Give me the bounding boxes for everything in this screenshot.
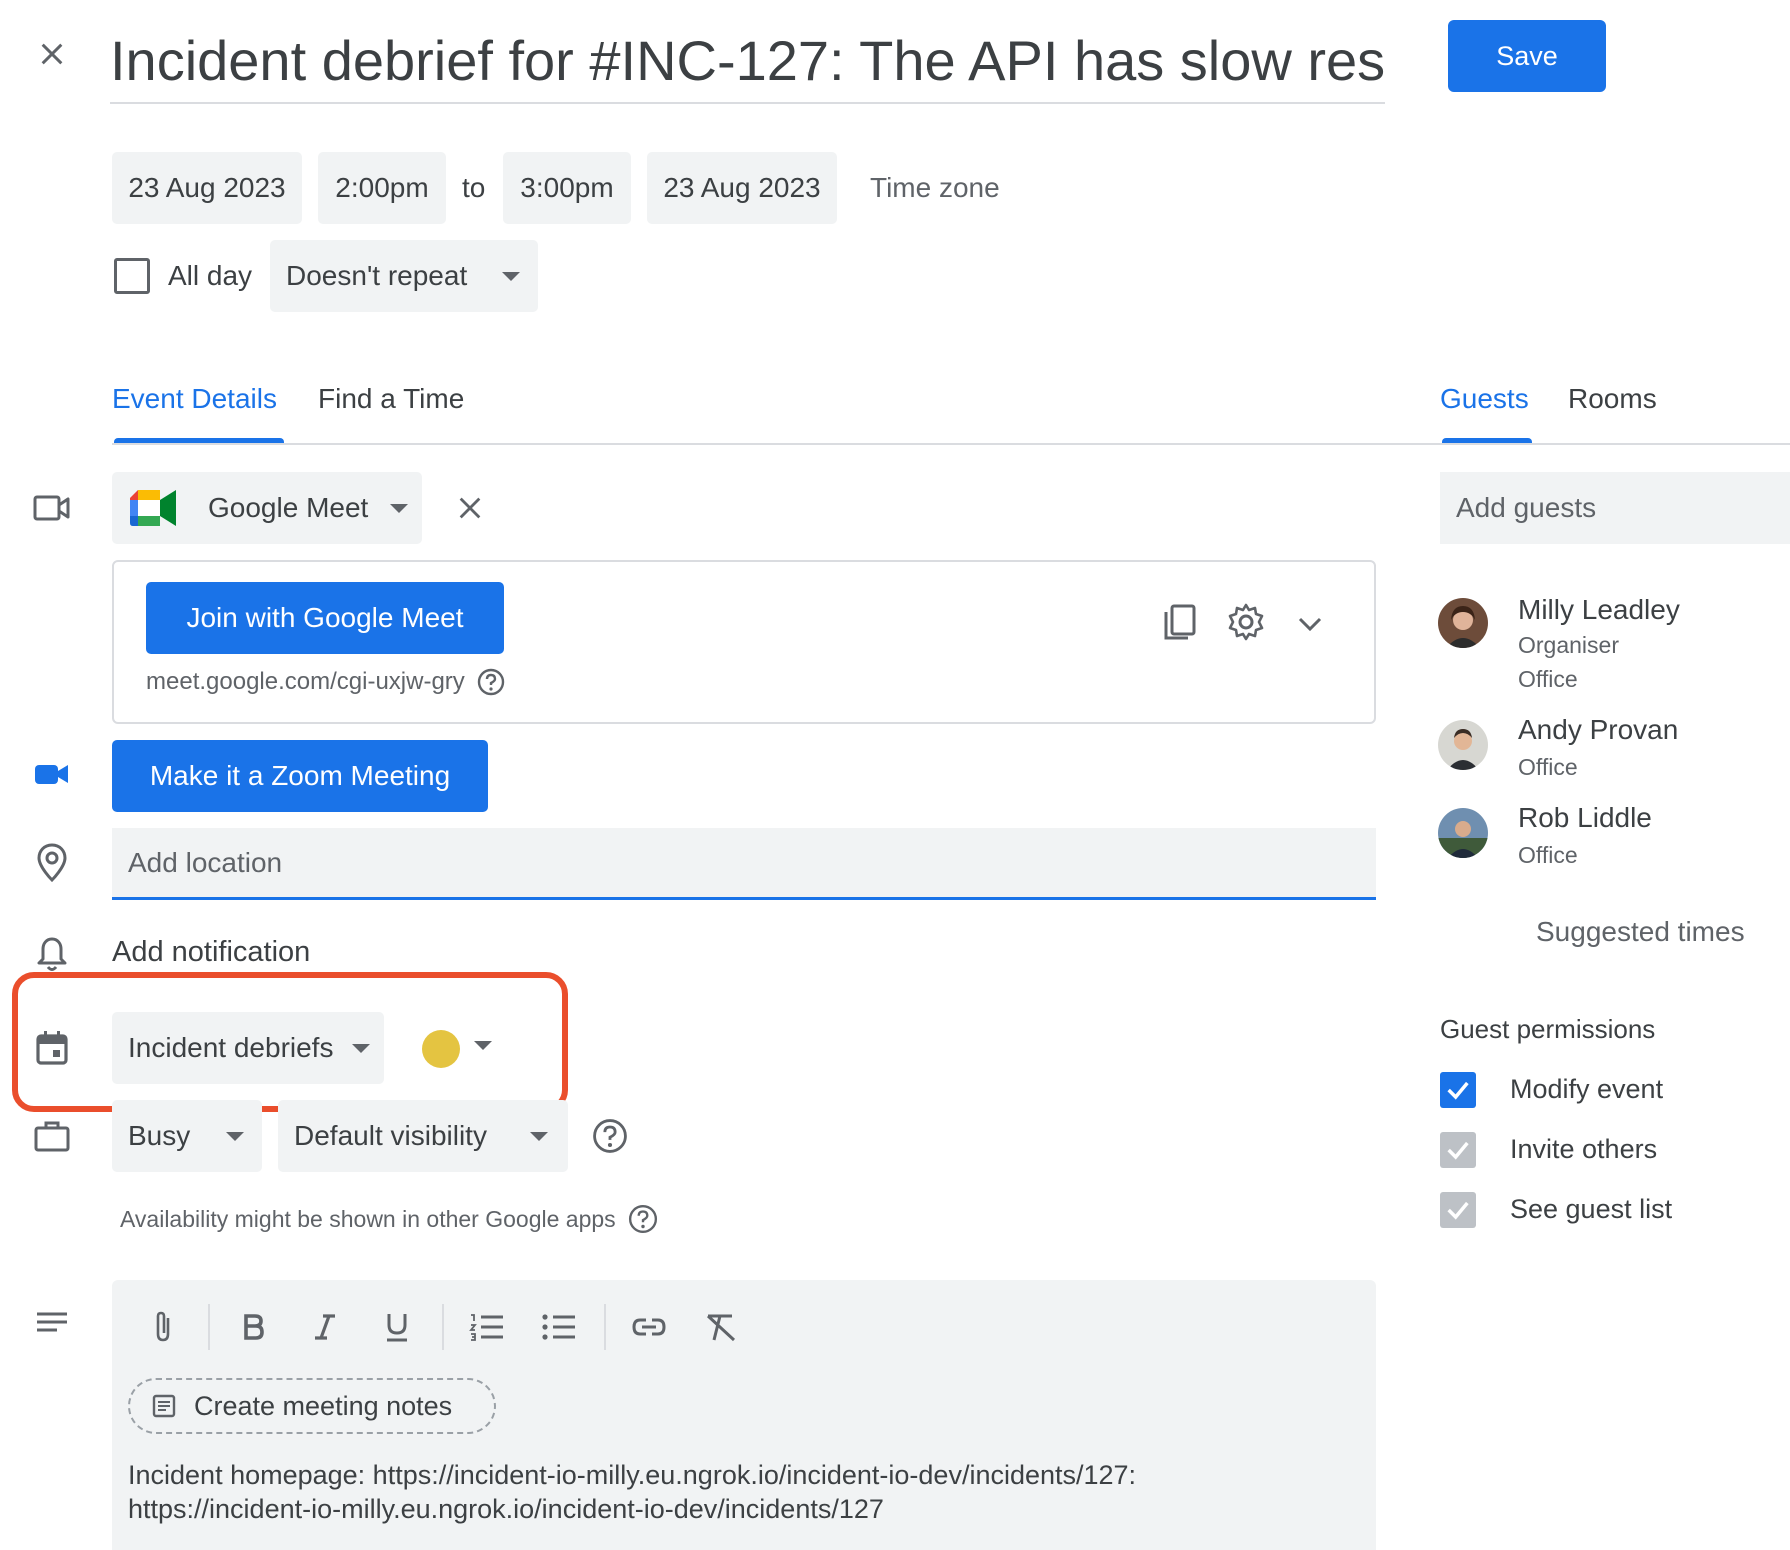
checkmark-icon [1447, 1141, 1469, 1160]
description-line: Incident homepage: https://incident-io-m… [128, 1460, 1137, 1490]
checkmark-icon [1447, 1081, 1469, 1100]
help-icon[interactable] [477, 668, 505, 696]
tab-guests[interactable]: Guests [1440, 383, 1529, 415]
bell-icon [32, 934, 72, 974]
chevron-down-icon [530, 1132, 548, 1141]
calendar-name: Incident debriefs [128, 1032, 334, 1063]
location-input[interactable]: Add location [112, 828, 1376, 900]
repeat-dropdown[interactable]: Doesn't repeat [270, 240, 538, 312]
save-button[interactable]: Save [1448, 20, 1606, 92]
guest-permissions-title: Guest permissions [1440, 1014, 1656, 1044]
guest-name: Rob Liddle [1518, 802, 1652, 833]
attachment-icon[interactable] [140, 1304, 186, 1350]
help-icon[interactable] [592, 1118, 628, 1154]
chevron-down-icon [352, 1044, 370, 1053]
bulleted-list-icon[interactable] [536, 1304, 582, 1350]
all-day-checkbox[interactable] [114, 258, 150, 294]
permission-label: Modify event [1510, 1074, 1664, 1104]
numbered-list-icon[interactable] [464, 1304, 510, 1350]
visibility-value: Default visibility [294, 1120, 487, 1151]
permission-label: See guest list [1510, 1194, 1673, 1224]
join-google-meet-button[interactable]: Join with Google Meet [146, 582, 504, 654]
tab-rooms[interactable]: Rooms [1568, 383, 1657, 415]
create-meeting-notes-button[interactable]: Create meeting notes [128, 1378, 496, 1434]
avatar [1438, 720, 1488, 770]
close-button[interactable] [32, 34, 72, 74]
avatar [1438, 598, 1488, 648]
calendar-dropdown[interactable]: Incident debriefs [112, 1012, 384, 1084]
zoom-video-icon [32, 754, 72, 794]
meet-link-text[interactable]: meet.google.com/cgi-uxjw-gry [146, 668, 465, 696]
tabs-divider [1408, 443, 1790, 445]
toolbar-divider [442, 1304, 444, 1350]
permission-label: Invite others [1510, 1134, 1658, 1164]
description-line: https://incident-io-milly.eu.ngrok.io/in… [128, 1494, 884, 1524]
tab-event-details[interactable]: Event Details [112, 383, 277, 415]
location-pin-icon [32, 842, 72, 882]
calendar-icon [32, 1028, 72, 1068]
modify-event-checkbox[interactable] [1440, 1072, 1476, 1108]
chevron-down-icon[interactable] [1292, 606, 1328, 642]
see-guest-list-checkbox[interactable] [1440, 1192, 1476, 1228]
start-time-button[interactable]: 2:00pm [318, 152, 446, 224]
close-icon [459, 497, 481, 519]
guest-location: Office [1518, 842, 1578, 868]
conference-dropdown[interactable]: Google Meet [112, 472, 422, 544]
meet-link: meet.google.com/cgi-uxjw-gry [146, 668, 505, 696]
chevron-down-icon [502, 272, 520, 281]
zoom-meeting-button[interactable]: Make it a Zoom Meeting [112, 740, 488, 812]
chevron-down-icon[interactable] [474, 1041, 492, 1050]
bold-icon[interactable] [230, 1304, 276, 1350]
briefcase-icon [32, 1116, 72, 1156]
google-meet-logo-icon [130, 490, 176, 526]
to-label: to [462, 172, 486, 203]
document-icon [152, 1394, 176, 1418]
description-icon [32, 1304, 72, 1344]
end-date-button[interactable]: 23 Aug 2023 [647, 152, 837, 224]
add-guests-input[interactable]: Add guests [1440, 472, 1790, 544]
start-date-button[interactable]: 23 Aug 2023 [112, 152, 302, 224]
event-color-button[interactable] [422, 1030, 460, 1068]
close-icon [41, 43, 63, 65]
invite-others-checkbox[interactable] [1440, 1132, 1476, 1168]
toolbar-divider [208, 1304, 210, 1350]
chevron-down-icon [390, 504, 408, 513]
help-icon[interactable] [628, 1204, 658, 1234]
clear-formatting-icon[interactable] [698, 1304, 744, 1350]
guest-name: Milly Leadley [1518, 594, 1680, 625]
repeat-value: Doesn't repeat [286, 260, 468, 291]
guest-role: Organiser [1518, 632, 1619, 658]
create-meeting-notes-label: Create meeting notes [194, 1390, 453, 1421]
conference-provider-label: Google Meet [208, 492, 369, 523]
remove-conference-button[interactable] [450, 488, 490, 528]
availability-note-text: Availability might be shown in other Goo… [120, 1205, 616, 1232]
timezone-button[interactable]: Time zone [870, 152, 1000, 224]
toolbar-divider [604, 1304, 606, 1350]
guest-location: Office [1518, 666, 1578, 692]
checkmark-icon [1447, 1201, 1469, 1220]
avatar [1438, 808, 1488, 858]
all-day-label: All day [168, 260, 253, 291]
tabs-divider [112, 443, 1408, 445]
availability-value: Busy [128, 1120, 191, 1151]
event-title-input[interactable]: Incident debrief for #INC-127: The API h… [110, 24, 1385, 104]
end-time-button[interactable]: 3:00pm [503, 152, 631, 224]
add-notification-button[interactable]: Add notification [112, 936, 310, 969]
copy-icon[interactable] [1160, 602, 1200, 642]
italic-icon[interactable] [302, 1304, 348, 1350]
availability-note: Availability might be shown in other Goo… [120, 1204, 658, 1234]
guest-name: Andy Provan [1518, 714, 1679, 745]
video-camera-icon [32, 488, 72, 528]
link-icon[interactable] [626, 1304, 672, 1350]
settings-gear-icon[interactable] [1226, 602, 1266, 642]
description-text: Incident homepage: https://incident-io-m… [128, 1458, 1358, 1526]
chevron-down-icon [226, 1132, 244, 1141]
visibility-dropdown[interactable]: Default visibility [278, 1100, 568, 1172]
guest-location: Office [1518, 754, 1578, 780]
suggested-times-button[interactable]: Suggested times [1536, 916, 1745, 948]
availability-dropdown[interactable]: Busy [112, 1100, 262, 1172]
underline-icon[interactable] [374, 1304, 420, 1350]
tab-find-a-time[interactable]: Find a Time [318, 383, 464, 415]
